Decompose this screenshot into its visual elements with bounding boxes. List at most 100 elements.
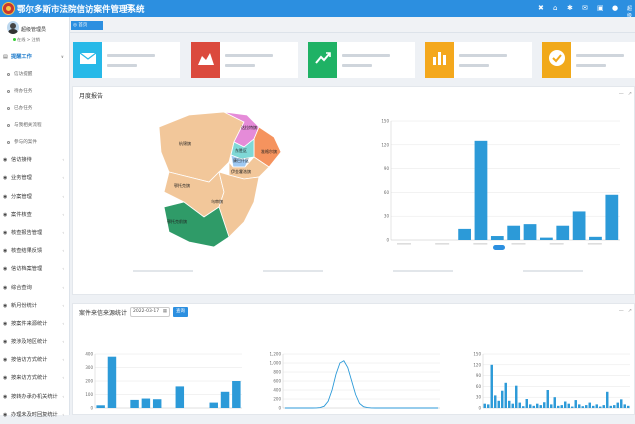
sidebar-subitem[interactable]: 信访提醒 bbox=[0, 66, 70, 83]
panel-tools: — ↗ bbox=[615, 308, 632, 314]
stat-card[interactable] bbox=[73, 42, 180, 78]
stat-card[interactable] bbox=[425, 42, 532, 78]
chevron-icon: ‹ bbox=[62, 266, 64, 272]
bar bbox=[494, 395, 497, 408]
chevron-icon: ‹ bbox=[62, 211, 64, 217]
bar bbox=[571, 406, 574, 408]
map-label: 东胜区 bbox=[235, 147, 247, 153]
menu-item-icon: ◉ bbox=[3, 229, 8, 236]
bar bbox=[609, 405, 612, 408]
y-tick-label: 0 bbox=[90, 406, 93, 411]
y-tick-label: 90 bbox=[476, 373, 482, 378]
bar bbox=[507, 225, 521, 240]
stat-placeholder bbox=[459, 64, 489, 67]
circle-icon bbox=[7, 141, 10, 145]
bar bbox=[557, 405, 560, 408]
menu-item-icon: ◉ bbox=[3, 157, 8, 164]
tab-home[interactable]: ◎ 首页 bbox=[71, 21, 103, 30]
trend-line-chart: 0 200 400 600 800 1,000 1,200 bbox=[270, 352, 440, 411]
bar bbox=[572, 211, 586, 240]
sidebar-item[interactable]: ◉ 案件核查 ‹ bbox=[0, 206, 70, 224]
bar bbox=[620, 399, 623, 408]
collapse-icon[interactable]: — bbox=[619, 308, 624, 314]
sidebar-item[interactable]: ▤ 提醒工作 ∨ bbox=[0, 48, 70, 66]
menu-toggle-icon[interactable]: ☰ bbox=[126, 3, 133, 12]
sidebar-item[interactable]: ◉ 按案件来源统计 ‹ bbox=[0, 315, 70, 333]
sidebar-subitem[interactable]: 待办任务 bbox=[0, 83, 70, 100]
sidebar-item[interactable]: ◉ 信访档案管理 ‹ bbox=[0, 260, 70, 278]
fullscreen-icon[interactable]: ✖ bbox=[538, 4, 544, 12]
avatar bbox=[7, 21, 19, 34]
ordos-region-map: 杭锦旗 达拉特旗 东胜区 康巴什区 准格尔旗 伊金霍洛旗 鄂托克旗 乌审旗 鄂托… bbox=[158, 111, 282, 248]
sidebar-item[interactable]: ◉ 业务管理 ‹ bbox=[0, 169, 70, 187]
bar bbox=[483, 403, 486, 408]
sidebar-item[interactable]: ◉ 核查报告管理 ‹ bbox=[0, 224, 70, 242]
chart-legend-marker[interactable] bbox=[493, 245, 505, 250]
sidebar-subitem[interactable]: 参与的案件 bbox=[0, 134, 70, 151]
collapse-icon[interactable]: — bbox=[619, 91, 624, 97]
stat-placeholder bbox=[576, 54, 624, 57]
bar bbox=[592, 405, 595, 408]
sidebar-item-label: 按来访方式统计 bbox=[11, 375, 48, 382]
bar bbox=[581, 406, 584, 408]
bar bbox=[232, 381, 241, 408]
profile-status[interactable]: 在线 > 注销 bbox=[13, 37, 40, 43]
bar bbox=[605, 194, 619, 240]
settings-icon[interactable]: ✱ bbox=[567, 4, 573, 12]
sidebar-item[interactable]: ◉ 按转办承办机关统计 ‹ bbox=[0, 388, 70, 406]
sidebar-item-label: 按案件来源统计 bbox=[11, 320, 48, 327]
bar bbox=[616, 402, 619, 408]
x-tick-placeholder bbox=[587, 243, 602, 245]
sidebar-item[interactable]: ◉ 按涉及地区统计 ‹ bbox=[0, 333, 70, 351]
menu-item-icon: ◉ bbox=[3, 211, 8, 218]
top-bar: 鄂尔多斯市法院信访案件管理系统 ☰ ✖ ⌂ ✱ ✉ ▣ ● 超级 bbox=[0, 0, 635, 19]
chevron-icon: ‹ bbox=[62, 248, 64, 254]
user-avatar-icon[interactable]: ● bbox=[612, 4, 618, 12]
home-icon[interactable]: ⌂ bbox=[553, 4, 557, 12]
map-label: 乌审旗 bbox=[211, 198, 223, 204]
bar bbox=[588, 402, 591, 408]
sidebar-item[interactable]: ◉ 核查结果反馈 ‹ bbox=[0, 242, 70, 260]
sidebar-item[interactable]: ◉ 按信访方式统计 ‹ bbox=[0, 351, 70, 369]
expand-icon[interactable]: ↗ bbox=[628, 308, 632, 314]
calendar-icon[interactable]: ▦ bbox=[163, 308, 167, 316]
stat-placeholder bbox=[107, 64, 137, 67]
bar bbox=[107, 356, 117, 408]
map-label: 鄂托克旗 bbox=[174, 182, 190, 188]
user-profile: 超级管理员 在线 > 注销 bbox=[0, 20, 70, 48]
stat-card[interactable] bbox=[542, 42, 635, 78]
bar bbox=[152, 399, 162, 408]
bar bbox=[497, 400, 500, 408]
bar bbox=[490, 364, 493, 408]
expand-icon[interactable]: ↗ bbox=[628, 91, 632, 97]
stat-card[interactable] bbox=[308, 42, 415, 78]
sidebar-subitem[interactable]: 已办任务 bbox=[0, 100, 70, 117]
y-tick-label: 60 bbox=[476, 384, 482, 389]
sidebar-item[interactable]: ◉ 信访接待 ‹ bbox=[0, 151, 70, 169]
stat-card[interactable] bbox=[191, 42, 298, 78]
query-button[interactable]: 查询 bbox=[173, 307, 188, 317]
bar bbox=[623, 404, 626, 408]
bar bbox=[501, 390, 504, 408]
sidebar-item[interactable]: ◉ 综合查询 ‹ bbox=[0, 279, 70, 297]
bar bbox=[567, 403, 570, 408]
sidebar: 超级管理员 在线 > 注销 ▤ 提醒工作 ∨ 信访提醒 待办任务 已办任务 与我相关流程 参与… bbox=[0, 17, 70, 418]
chevron-icon: ‹ bbox=[62, 320, 64, 326]
y-tick-label: 60 bbox=[384, 190, 390, 195]
bar bbox=[553, 397, 556, 408]
monthly-bar-chart: 0 30 60 90 120 150 bbox=[381, 119, 620, 245]
sidebar-item[interactable]: ◉ 新月份统计 ‹ bbox=[0, 297, 70, 315]
message-icon[interactable]: ✉ bbox=[582, 4, 588, 12]
x-tick-placeholder bbox=[397, 243, 411, 245]
sidebar-subitem[interactable]: 与我相关流程 bbox=[0, 117, 70, 134]
sidebar-item[interactable]: ◉ 分案管理 ‹ bbox=[0, 188, 70, 206]
map-label: 康巴什区 bbox=[233, 157, 249, 163]
sidebar-item-label: 按转办承办机关统计 bbox=[11, 393, 58, 400]
bar bbox=[564, 401, 567, 408]
sidebar-item-label: 提醒工作 bbox=[11, 54, 32, 60]
notification-icon[interactable]: ▣ bbox=[597, 4, 604, 12]
y-tick-label: 90 bbox=[384, 166, 390, 171]
sidebar-item[interactable]: ◉ 按来访方式统计 ‹ bbox=[0, 369, 70, 387]
date-input[interactable]: 2022-03-17 ▦ bbox=[130, 307, 170, 317]
menu-item-icon: ◉ bbox=[3, 393, 8, 400]
